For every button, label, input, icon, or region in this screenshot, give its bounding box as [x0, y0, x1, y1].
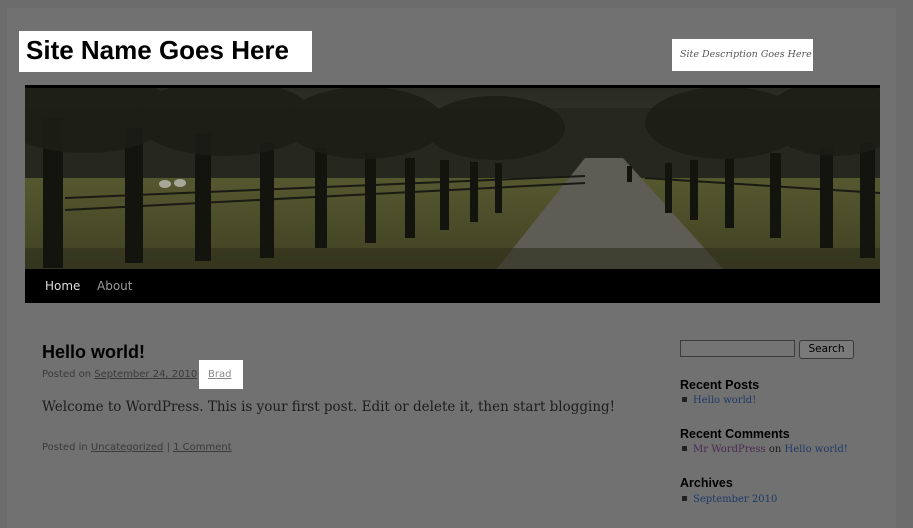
- recent-comments-heading: Recent Comments: [680, 427, 790, 441]
- search-button[interactable]: Search: [799, 340, 854, 359]
- main-navigation: Home About: [25, 269, 880, 303]
- page-wrapper: Site Name Goes Here Site Description Goe…: [7, 8, 896, 528]
- site-description-box: Site Description Goes Here: [672, 39, 813, 71]
- nav-item-home[interactable]: Home: [45, 279, 80, 293]
- post-footer: Posted in Uncategorized | 1 Comment: [42, 442, 232, 453]
- archive-link[interactable]: September 2010: [693, 494, 777, 505]
- post-content: Welcome to WordPress. This is your first…: [42, 399, 616, 415]
- posted-in-label: Posted in: [42, 442, 88, 453]
- archives-heading: Archives: [680, 476, 733, 490]
- archives-item: September 2010: [682, 494, 777, 505]
- recent-post-link[interactable]: Hello world!: [693, 395, 756, 406]
- nav-item-about[interactable]: About: [97, 279, 132, 293]
- category-link[interactable]: Uncategorized: [91, 442, 163, 453]
- comment-on-label: on: [768, 444, 782, 455]
- posted-on-label: Posted on: [42, 369, 92, 380]
- comment-post-link[interactable]: Hello world!: [785, 444, 848, 455]
- square-bullet-icon: [682, 397, 687, 402]
- post-meta: Posted on September 24, 2010 by: [42, 369, 213, 380]
- comment-author-link[interactable]: Mr WordPress: [693, 444, 766, 455]
- header-image: [25, 85, 880, 271]
- square-bullet-icon: [682, 446, 687, 451]
- site-description: Site Description Goes Here: [680, 49, 812, 60]
- search-input[interactable]: [680, 340, 795, 357]
- site-title[interactable]: Site Name Goes Here: [26, 35, 289, 66]
- post-date-link[interactable]: September 24, 2010: [94, 369, 197, 380]
- recent-posts-item: Hello world!: [682, 395, 756, 406]
- author-link[interactable]: Brad: [208, 369, 231, 380]
- author-box: Brad: [199, 360, 243, 389]
- comments-link[interactable]: 1 Comment: [173, 442, 232, 453]
- header-landscape-image: [25, 88, 880, 271]
- square-bullet-icon: [682, 496, 687, 501]
- footer-separator: |: [166, 442, 170, 453]
- post-title[interactable]: Hello world!: [42, 342, 145, 363]
- recent-comments-item: Mr WordPress on Hello world!: [682, 444, 848, 455]
- recent-posts-heading: Recent Posts: [680, 378, 760, 392]
- site-title-box: Site Name Goes Here: [19, 31, 312, 72]
